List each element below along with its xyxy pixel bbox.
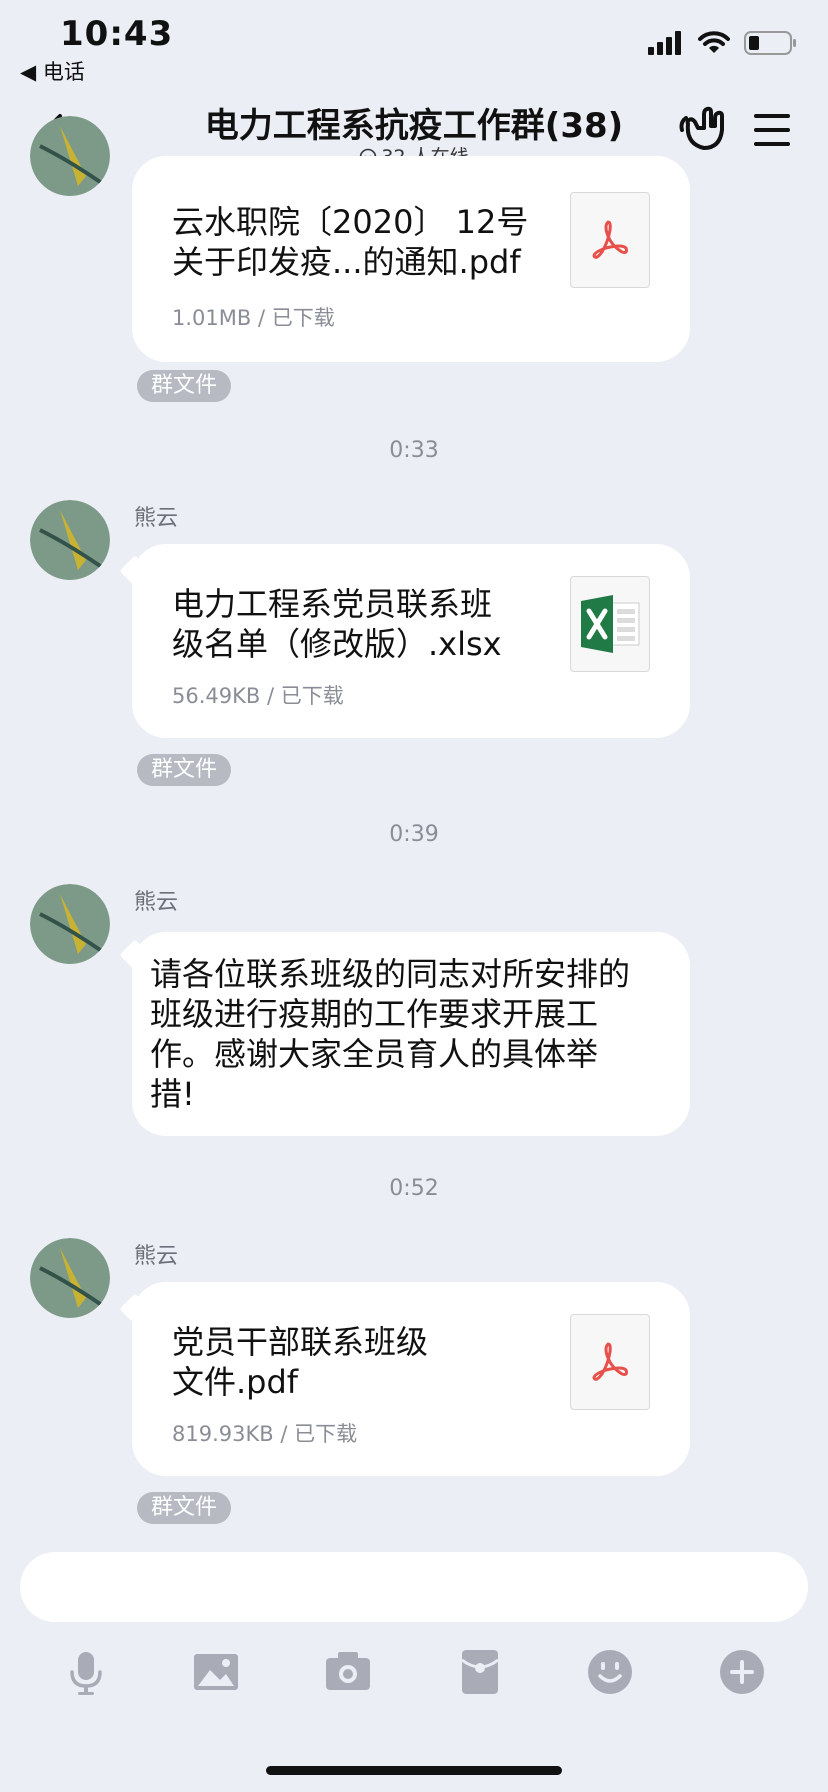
sender-name: 熊云	[134, 1244, 179, 1269]
signal-icon	[648, 31, 681, 55]
menu-button[interactable]	[746, 108, 796, 154]
file-name-line: 党员干部联系班级	[172, 1323, 429, 1361]
message-line: 措!	[150, 1075, 195, 1113]
message-timestamp: 0:52	[389, 1176, 439, 1201]
back-to-app-link[interactable]: ◀ 电话	[20, 56, 85, 86]
file-message-bubble[interactable]: 电力工程系党员联系班 级名单（修改版）.xlsx 56.49KB / 已下载	[132, 544, 690, 738]
status-icons	[648, 30, 798, 56]
text-message-bubble[interactable]: 请各位联系班级的同志对所安排的 班级进行疫期的工作要求开展工 作。感谢大家全员育…	[132, 932, 690, 1136]
file-name-line: 级名单（修改版）.xlsx	[172, 625, 502, 663]
file-name-line: 电力工程系党员联系班	[172, 585, 493, 623]
message-timestamp: 0:33	[389, 438, 439, 463]
photo-button[interactable]	[192, 1648, 240, 1696]
group-file-tag: 群文件	[137, 754, 232, 786]
excel-icon	[581, 595, 640, 653]
group-file-tag: 群文件	[137, 1492, 232, 1524]
message-timestamp: 0:39	[389, 822, 439, 847]
group-title: 电力工程系抗疫工作群(38)	[204, 106, 624, 146]
avatar[interactable]	[30, 884, 110, 964]
camera-icon	[326, 1652, 370, 1690]
hand-gesture-button[interactable]	[678, 104, 730, 156]
file-message-bubble[interactable]: 云水职院〔2020〕 12号 关于印发疫...的通知.pdf 1.01MB / …	[132, 156, 690, 362]
red-packet-button[interactable]	[456, 1648, 504, 1696]
group-file-tag: 群文件	[137, 370, 232, 402]
file-meta: 56.49KB / 已下载	[172, 684, 344, 708]
emoji-button[interactable]	[586, 1648, 634, 1696]
hand-gesture-icon	[679, 106, 724, 150]
pdf-file-icon	[570, 1314, 650, 1410]
file-name-line: 关于印发疫...的通知.pdf	[172, 243, 521, 281]
microphone-icon	[70, 1652, 102, 1695]
red-packet-icon	[461, 1650, 499, 1694]
avatar[interactable]	[30, 500, 110, 580]
file-meta: 1.01MB / 已下载	[172, 306, 335, 330]
message-line: 作。感谢大家全员育人的具体举	[150, 1035, 599, 1073]
wifi-icon	[698, 31, 730, 53]
file-name-line: 云水职院〔2020〕 12号	[172, 203, 529, 241]
avatar[interactable]	[30, 116, 110, 196]
hamburger-menu-icon	[754, 114, 790, 146]
plus-icon	[720, 1650, 764, 1694]
message-line: 请各位联系班级的同志对所安排的	[150, 955, 631, 993]
battery-icon	[744, 31, 796, 55]
image-icon	[194, 1654, 238, 1690]
pdf-icon	[592, 1342, 628, 1381]
sender-name: 熊云	[134, 890, 179, 915]
voice-button[interactable]	[62, 1648, 110, 1696]
file-name-line: 文件.pdf	[172, 1363, 299, 1401]
emoji-icon	[588, 1650, 632, 1694]
message-line: 班级进行疫期的工作要求开展工	[150, 995, 599, 1033]
camera-button[interactable]	[324, 1648, 372, 1696]
more-button[interactable]	[718, 1648, 766, 1696]
sender-name: 熊云	[134, 506, 179, 531]
avatar[interactable]	[30, 1238, 110, 1318]
file-meta: 819.93KB / 已下载	[172, 1422, 358, 1446]
home-indicator[interactable]	[266, 1766, 562, 1775]
file-message-bubble[interactable]: 党员干部联系班级 文件.pdf 819.93KB / 已下载	[132, 1282, 690, 1476]
pdf-file-icon	[570, 192, 650, 288]
pdf-icon	[592, 220, 628, 259]
status-time: 10:43	[60, 14, 174, 54]
excel-file-icon	[570, 576, 650, 672]
message-input[interactable]	[20, 1552, 808, 1622]
